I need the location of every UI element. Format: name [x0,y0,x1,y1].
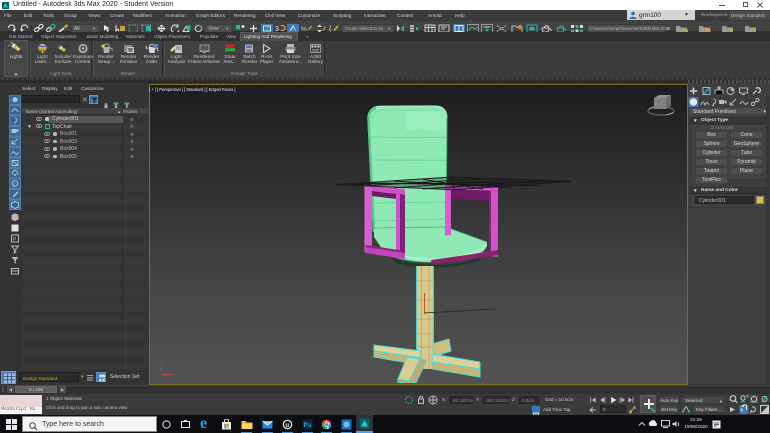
svg-text:u: u [285,423,289,429]
svg-text:EX: EX [64,44,70,48]
svg-text:Create Selection Se: Create Selection Se [345,26,385,31]
svg-text:C:\Users\George\Documents\3ds: C:\Users\George\Documents\3ds Max 2020 [589,26,671,31]
svg-text:z: z [159,358,162,363]
svg-text:Ps: Ps [304,422,312,429]
svg-text:x: x [174,373,177,378]
svg-text:C: C [14,182,17,187]
